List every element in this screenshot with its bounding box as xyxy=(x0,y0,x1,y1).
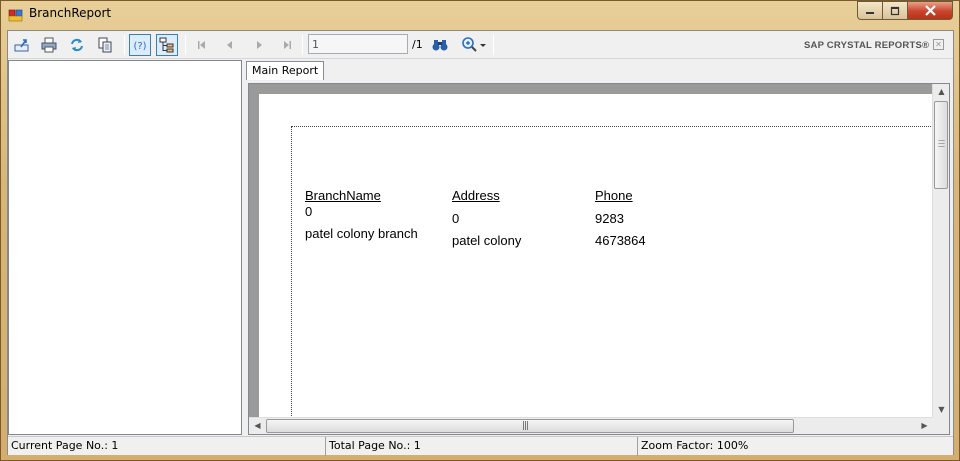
copy-button[interactable] xyxy=(94,34,116,56)
report-window: BranchReport (?) 1 /1 SAP CRYSTAL REPORT… xyxy=(0,0,960,461)
find-button[interactable] xyxy=(429,34,451,56)
grip-icon: — — — xyxy=(938,136,945,150)
branch-name-cell: 0 xyxy=(305,204,313,219)
total-page-status: Total Page No.: 1 xyxy=(326,437,638,456)
first-page-button[interactable] xyxy=(191,34,213,56)
close-icon xyxy=(924,5,936,16)
close-view-button[interactable]: ✕ xyxy=(933,39,944,50)
scroll-down-icon[interactable]: ▼ xyxy=(934,405,949,414)
last-page-icon xyxy=(284,41,291,49)
previous-page-button[interactable] xyxy=(219,34,241,56)
column-header-address: Address xyxy=(452,188,500,203)
svg-text:(?): (?) xyxy=(133,41,146,52)
next-page-icon xyxy=(257,41,262,49)
scroll-up-icon[interactable]: ▲ xyxy=(934,87,949,96)
report-viewer[interactable]: BranchName Address Phone 0 0 9283 patel … xyxy=(248,83,950,435)
zoom-icon xyxy=(462,37,486,52)
scroll-right-icon[interactable]: ▶ xyxy=(917,421,932,430)
horizontal-scroll-thumb[interactable]: ||| xyxy=(266,419,794,433)
maximize-icon xyxy=(890,6,900,15)
window-title: BranchReport xyxy=(29,6,112,20)
page-total-label: /1 xyxy=(412,38,423,51)
status-bar: Current Page No.: 1 Total Page No.: 1 Zo… xyxy=(8,436,953,456)
close-view-icon: ✕ xyxy=(935,40,942,49)
minimize-icon xyxy=(866,11,874,14)
previous-page-icon xyxy=(227,41,232,49)
toggle-group-tree-button[interactable] xyxy=(156,34,178,56)
vertical-scrollbar[interactable]: ▲ — — — ▼ xyxy=(932,84,949,417)
address-cell: 0 xyxy=(452,211,460,226)
close-button[interactable] xyxy=(908,1,953,20)
next-page-button[interactable] xyxy=(248,34,270,56)
brand-label: SAP CRYSTAL REPORTS® xyxy=(804,40,930,51)
last-page-button[interactable] xyxy=(276,34,298,56)
branch-name-cell: patel colony branch xyxy=(305,226,418,241)
app-icon xyxy=(8,9,23,22)
client-area: (?) 1 /1 SAP CRYSTAL REPORTS® ✕ Main Rep… xyxy=(7,30,954,456)
print-icon xyxy=(41,37,57,53)
horizontal-scrollbar[interactable]: ◀ ||| ▶ xyxy=(249,417,934,434)
toolbar-separator xyxy=(302,35,303,55)
toolbar-separator xyxy=(124,35,125,55)
maximize-button[interactable] xyxy=(883,1,908,20)
export-icon xyxy=(14,39,29,52)
phone-cell: 9283 xyxy=(595,211,624,226)
tab-main-report[interactable]: Main Report xyxy=(246,61,325,80)
report-page: BranchName Address Phone 0 0 9283 patel … xyxy=(259,94,949,426)
refresh-icon xyxy=(71,38,83,52)
column-header-branchname: BranchName xyxy=(305,188,381,203)
export-button[interactable] xyxy=(11,34,33,56)
first-page-icon xyxy=(198,41,205,49)
address-cell: patel colony xyxy=(452,233,522,248)
page-number-input[interactable] xyxy=(308,34,408,54)
refresh-button[interactable] xyxy=(66,34,88,56)
current-page-status: Current Page No.: 1 xyxy=(8,437,326,456)
page-margin-guide xyxy=(291,126,949,426)
grip-icon: ||| xyxy=(522,421,529,431)
minimize-button[interactable] xyxy=(857,1,883,20)
binoculars-icon xyxy=(432,40,448,51)
scroll-left-icon[interactable]: ◀ xyxy=(250,421,265,430)
window-controls xyxy=(857,1,953,20)
toolbar-separator xyxy=(185,35,186,55)
toggle-group-tree-icon xyxy=(159,37,174,53)
copy-icon xyxy=(98,37,112,53)
phone-cell: 4673864 xyxy=(595,233,646,248)
vertical-scroll-thumb[interactable]: — — — xyxy=(934,101,948,189)
scrollbar-corner xyxy=(932,417,949,434)
zoom-button[interactable] xyxy=(458,34,490,56)
column-header-phone: Phone xyxy=(595,188,633,203)
help-icon: (?) xyxy=(133,41,146,52)
group-tree-panel[interactable] xyxy=(8,60,242,435)
help-button[interactable]: (?) xyxy=(129,34,151,56)
report-toolbar: (?) 1 /1 SAP CRYSTAL REPORTS® ✕ xyxy=(8,31,953,59)
title-bar[interactable]: BranchReport xyxy=(1,1,959,28)
toolbar-separator xyxy=(493,35,494,55)
print-button[interactable] xyxy=(38,34,60,56)
zoom-factor-status: Zoom Factor: 100% xyxy=(641,439,749,452)
